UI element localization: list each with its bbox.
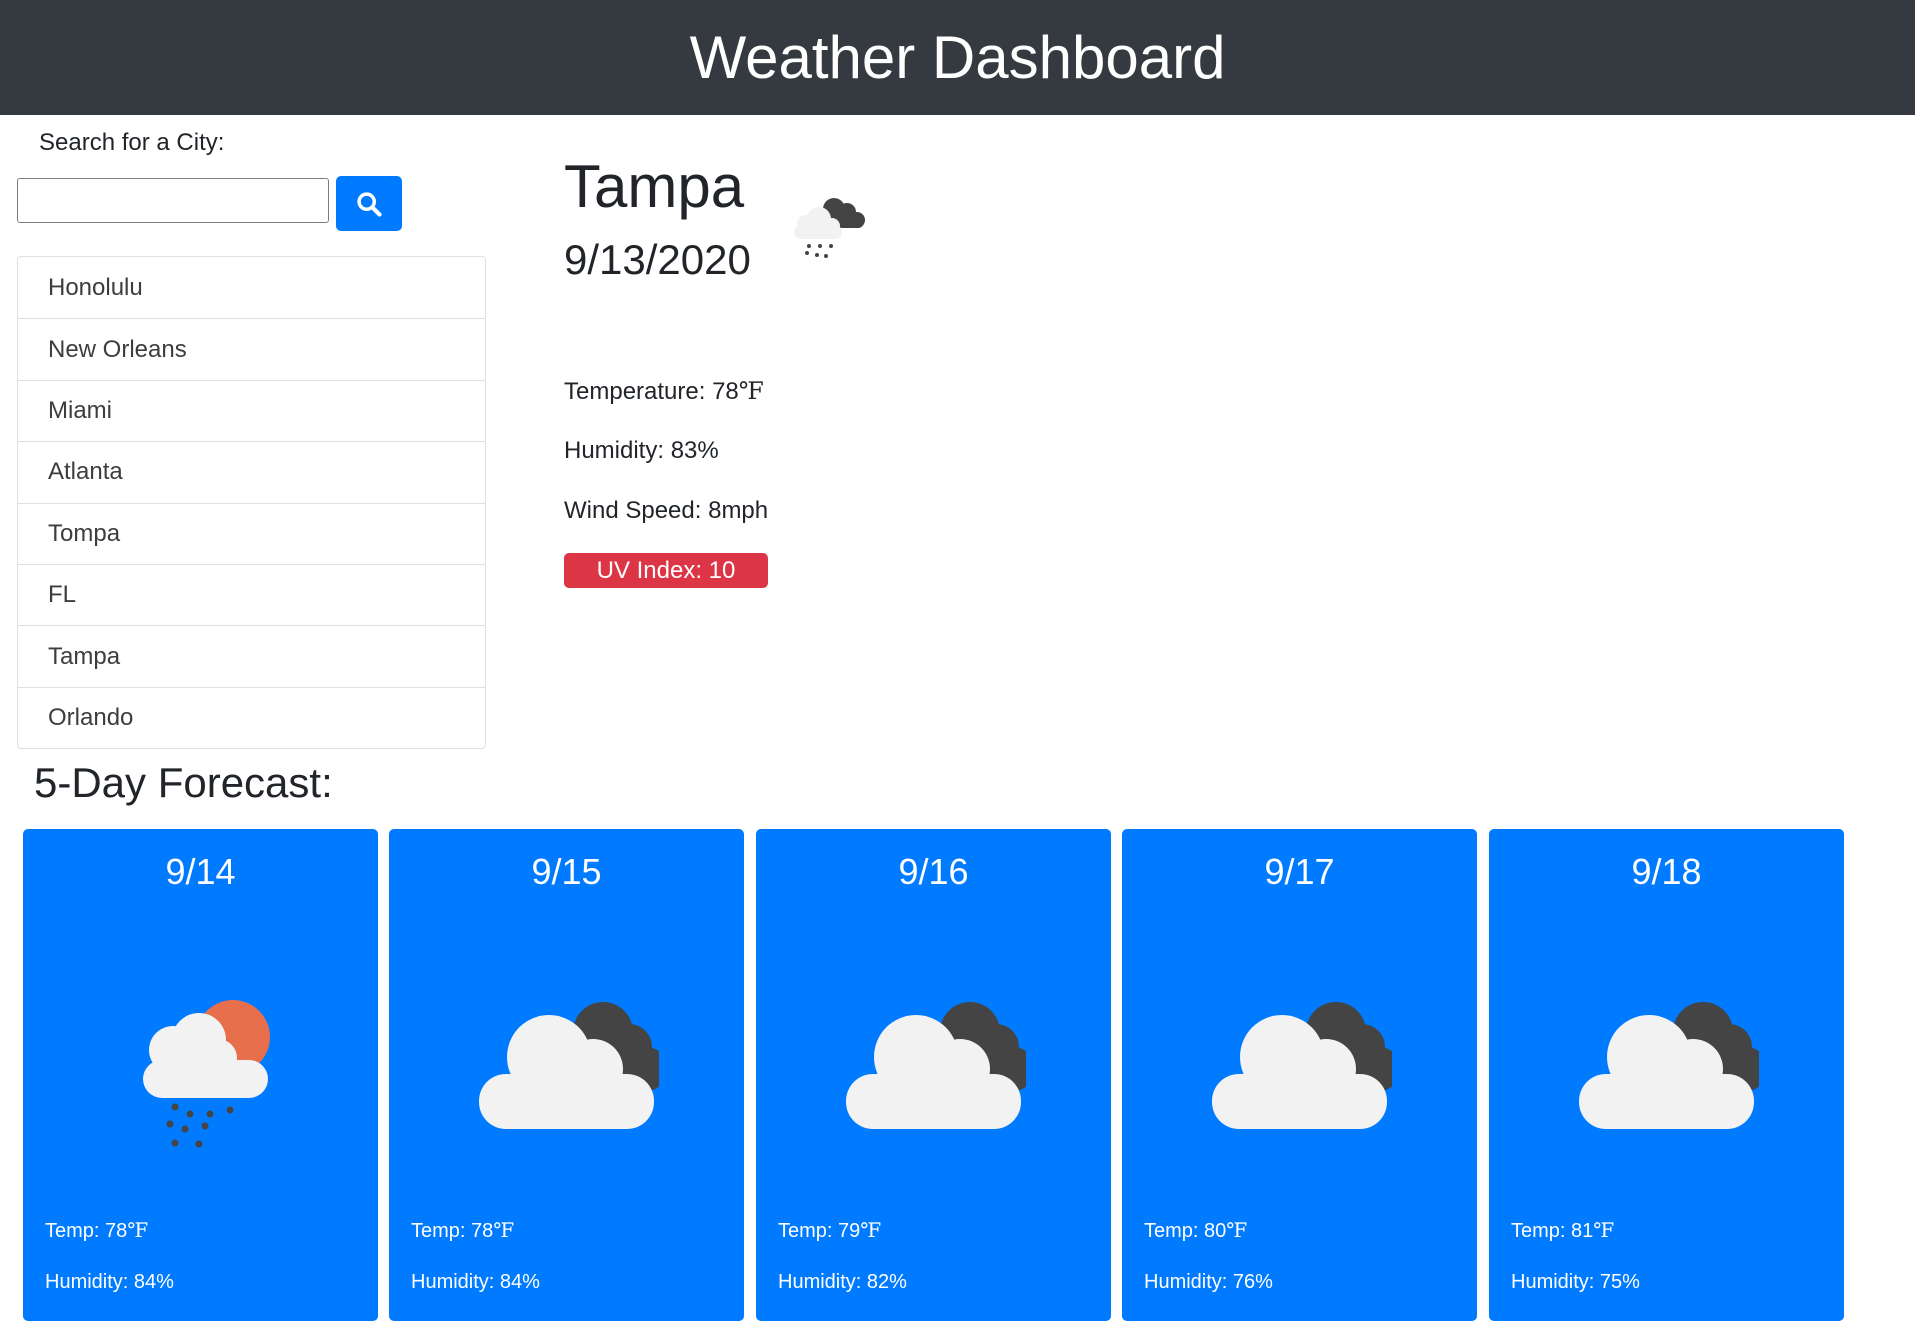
wind-label: Wind Speed: (564, 497, 702, 524)
forecast-temp-unit: ℉ (1593, 1218, 1615, 1242)
forecast-humidity-label: Humidity: (411, 1271, 495, 1293)
forecast-card: 9/16 Temp: 79℉ Humidity: 82% (756, 829, 1111, 1321)
history-item[interactable]: Atlanta (18, 441, 485, 502)
forecast-card: 9/14 Temp: 78℉ Humidity: 84% (23, 829, 378, 1321)
uv-value: 10 (708, 556, 736, 584)
forecast-temp: Temp: 78℉ (411, 1218, 514, 1243)
page-title: Weather Dashboard (689, 24, 1226, 91)
forecast-temp: Temp: 80℉ (1144, 1218, 1247, 1243)
sun-cloud-rain-icon (113, 974, 293, 1154)
broken-clouds-icon (1579, 974, 1768, 1154)
temperature-value: 78 (712, 378, 739, 405)
current-temperature: Temperature: 78℉ (564, 377, 764, 406)
temperature-label: Temperature: (564, 378, 706, 405)
current-city-name: Tampa (564, 153, 745, 220)
forecast-humidity-value: 76% (1232, 1271, 1273, 1293)
forecast-temp-value: 81 (1571, 1220, 1594, 1242)
forecast-temp: Temp: 79℉ (778, 1218, 881, 1243)
forecast-humidity-value: 84% (499, 1271, 540, 1293)
history-item-label: Atlanta (48, 458, 123, 486)
forecast-humidity-value: 75% (1599, 1271, 1640, 1293)
search-button[interactable] (336, 176, 402, 231)
forecast-date: 9/15 (531, 851, 602, 892)
cloud-rain-icon (776, 179, 876, 279)
temperature-unit: ℉ (738, 377, 764, 405)
current-wind-speed: Wind Speed: 8mph (564, 497, 768, 525)
forecast-temp-value: 80 (1204, 1220, 1227, 1242)
forecast-humidity-value: 84% (133, 1271, 174, 1293)
search-history-list: Honolulu New Orleans Miami Atlanta Tompa… (17, 256, 486, 750)
forecast-humidity: Humidity: 82% (778, 1270, 907, 1294)
broken-clouds-icon (1212, 974, 1401, 1154)
uv-label: UV Index: (596, 556, 702, 584)
forecast-date: 9/14 (165, 851, 236, 892)
history-item-label: Miami (48, 396, 112, 424)
forecast-temp-unit: ℉ (1226, 1218, 1248, 1242)
humidity-label: Humidity: (564, 437, 665, 464)
history-item[interactable]: Tompa (18, 502, 485, 564)
history-item[interactable]: Tampa (18, 625, 485, 686)
forecast-temp-label: Temp: (1511, 1220, 1566, 1242)
forecast-temp-label: Temp: (778, 1220, 833, 1242)
forecast-temp: Temp: 81℉ (1511, 1218, 1614, 1243)
history-item-label: Orlando (48, 703, 134, 731)
forecast-card: 9/15 Temp: 78℉ Humidity: 84% (389, 829, 744, 1321)
history-item[interactable]: Honolulu (18, 257, 485, 318)
forecast-humidity: Humidity: 84% (411, 1270, 540, 1294)
current-date: 9/13/2020 (564, 236, 751, 283)
history-item[interactable]: New Orleans (18, 318, 485, 379)
history-item-label: Honolulu (48, 273, 143, 301)
app-header: Weather Dashboard (0, 0, 1915, 115)
forecast-humidity-label: Humidity: (45, 1271, 129, 1293)
search-label: Search for a City: (39, 129, 225, 156)
forecast-temp-unit: ℉ (127, 1218, 149, 1242)
forecast-humidity-label: Humidity: (1144, 1271, 1228, 1293)
city-search-input[interactable] (17, 178, 329, 223)
forecast-temp-label: Temp: (411, 1220, 466, 1242)
forecast-card: 9/17 Temp: 80℉ Humidity: 76% (1122, 829, 1477, 1321)
history-item-label: Tompa (48, 519, 121, 547)
forecast-date: 9/16 (898, 851, 969, 892)
uv-index-badge: UV Index: 10 (564, 553, 768, 588)
forecast-temp: Temp: 78℉ (45, 1218, 148, 1243)
forecast-humidity-label: Humidity: (778, 1271, 862, 1293)
forecast-temp-unit: ℉ (493, 1218, 515, 1242)
history-item[interactable]: Miami (18, 379, 485, 441)
current-humidity: Humidity: 83% (564, 437, 719, 465)
humidity-value: 83% (670, 437, 719, 464)
forecast-temp-label: Temp: (1144, 1220, 1199, 1242)
forecast-temp-value: 79 (838, 1220, 861, 1242)
forecast-humidity: Humidity: 84% (45, 1270, 174, 1294)
broken-clouds-icon (846, 974, 1035, 1154)
forecast-temp-label: Temp: (45, 1220, 100, 1242)
forecast-humidity: Humidity: 76% (1144, 1270, 1273, 1294)
forecast-temp-value: 78 (471, 1220, 494, 1242)
history-item-label: New Orleans (48, 335, 187, 363)
history-item-label: FL (48, 581, 77, 609)
wind-value: 8mph (708, 497, 769, 524)
forecast-humidity-label: Humidity: (1511, 1271, 1595, 1293)
history-item[interactable]: Orlando (18, 686, 485, 748)
forecast-temp-value: 78 (105, 1220, 128, 1242)
forecast-humidity: Humidity: 75% (1511, 1270, 1640, 1294)
forecast-temp-unit: ℉ (860, 1218, 882, 1242)
forecast-card: 9/18 Temp: 81℉ Humidity: 75% (1489, 829, 1844, 1321)
forecast-title: 5-Day Forecast: (34, 759, 333, 806)
history-item-label: Tampa (48, 642, 121, 670)
forecast-date: 9/17 (1264, 851, 1335, 892)
history-item[interactable]: FL (18, 563, 485, 625)
search-icon (355, 190, 383, 218)
forecast-humidity-value: 82% (866, 1271, 907, 1293)
broken-clouds-icon (479, 974, 668, 1154)
forecast-date: 9/18 (1631, 851, 1702, 892)
